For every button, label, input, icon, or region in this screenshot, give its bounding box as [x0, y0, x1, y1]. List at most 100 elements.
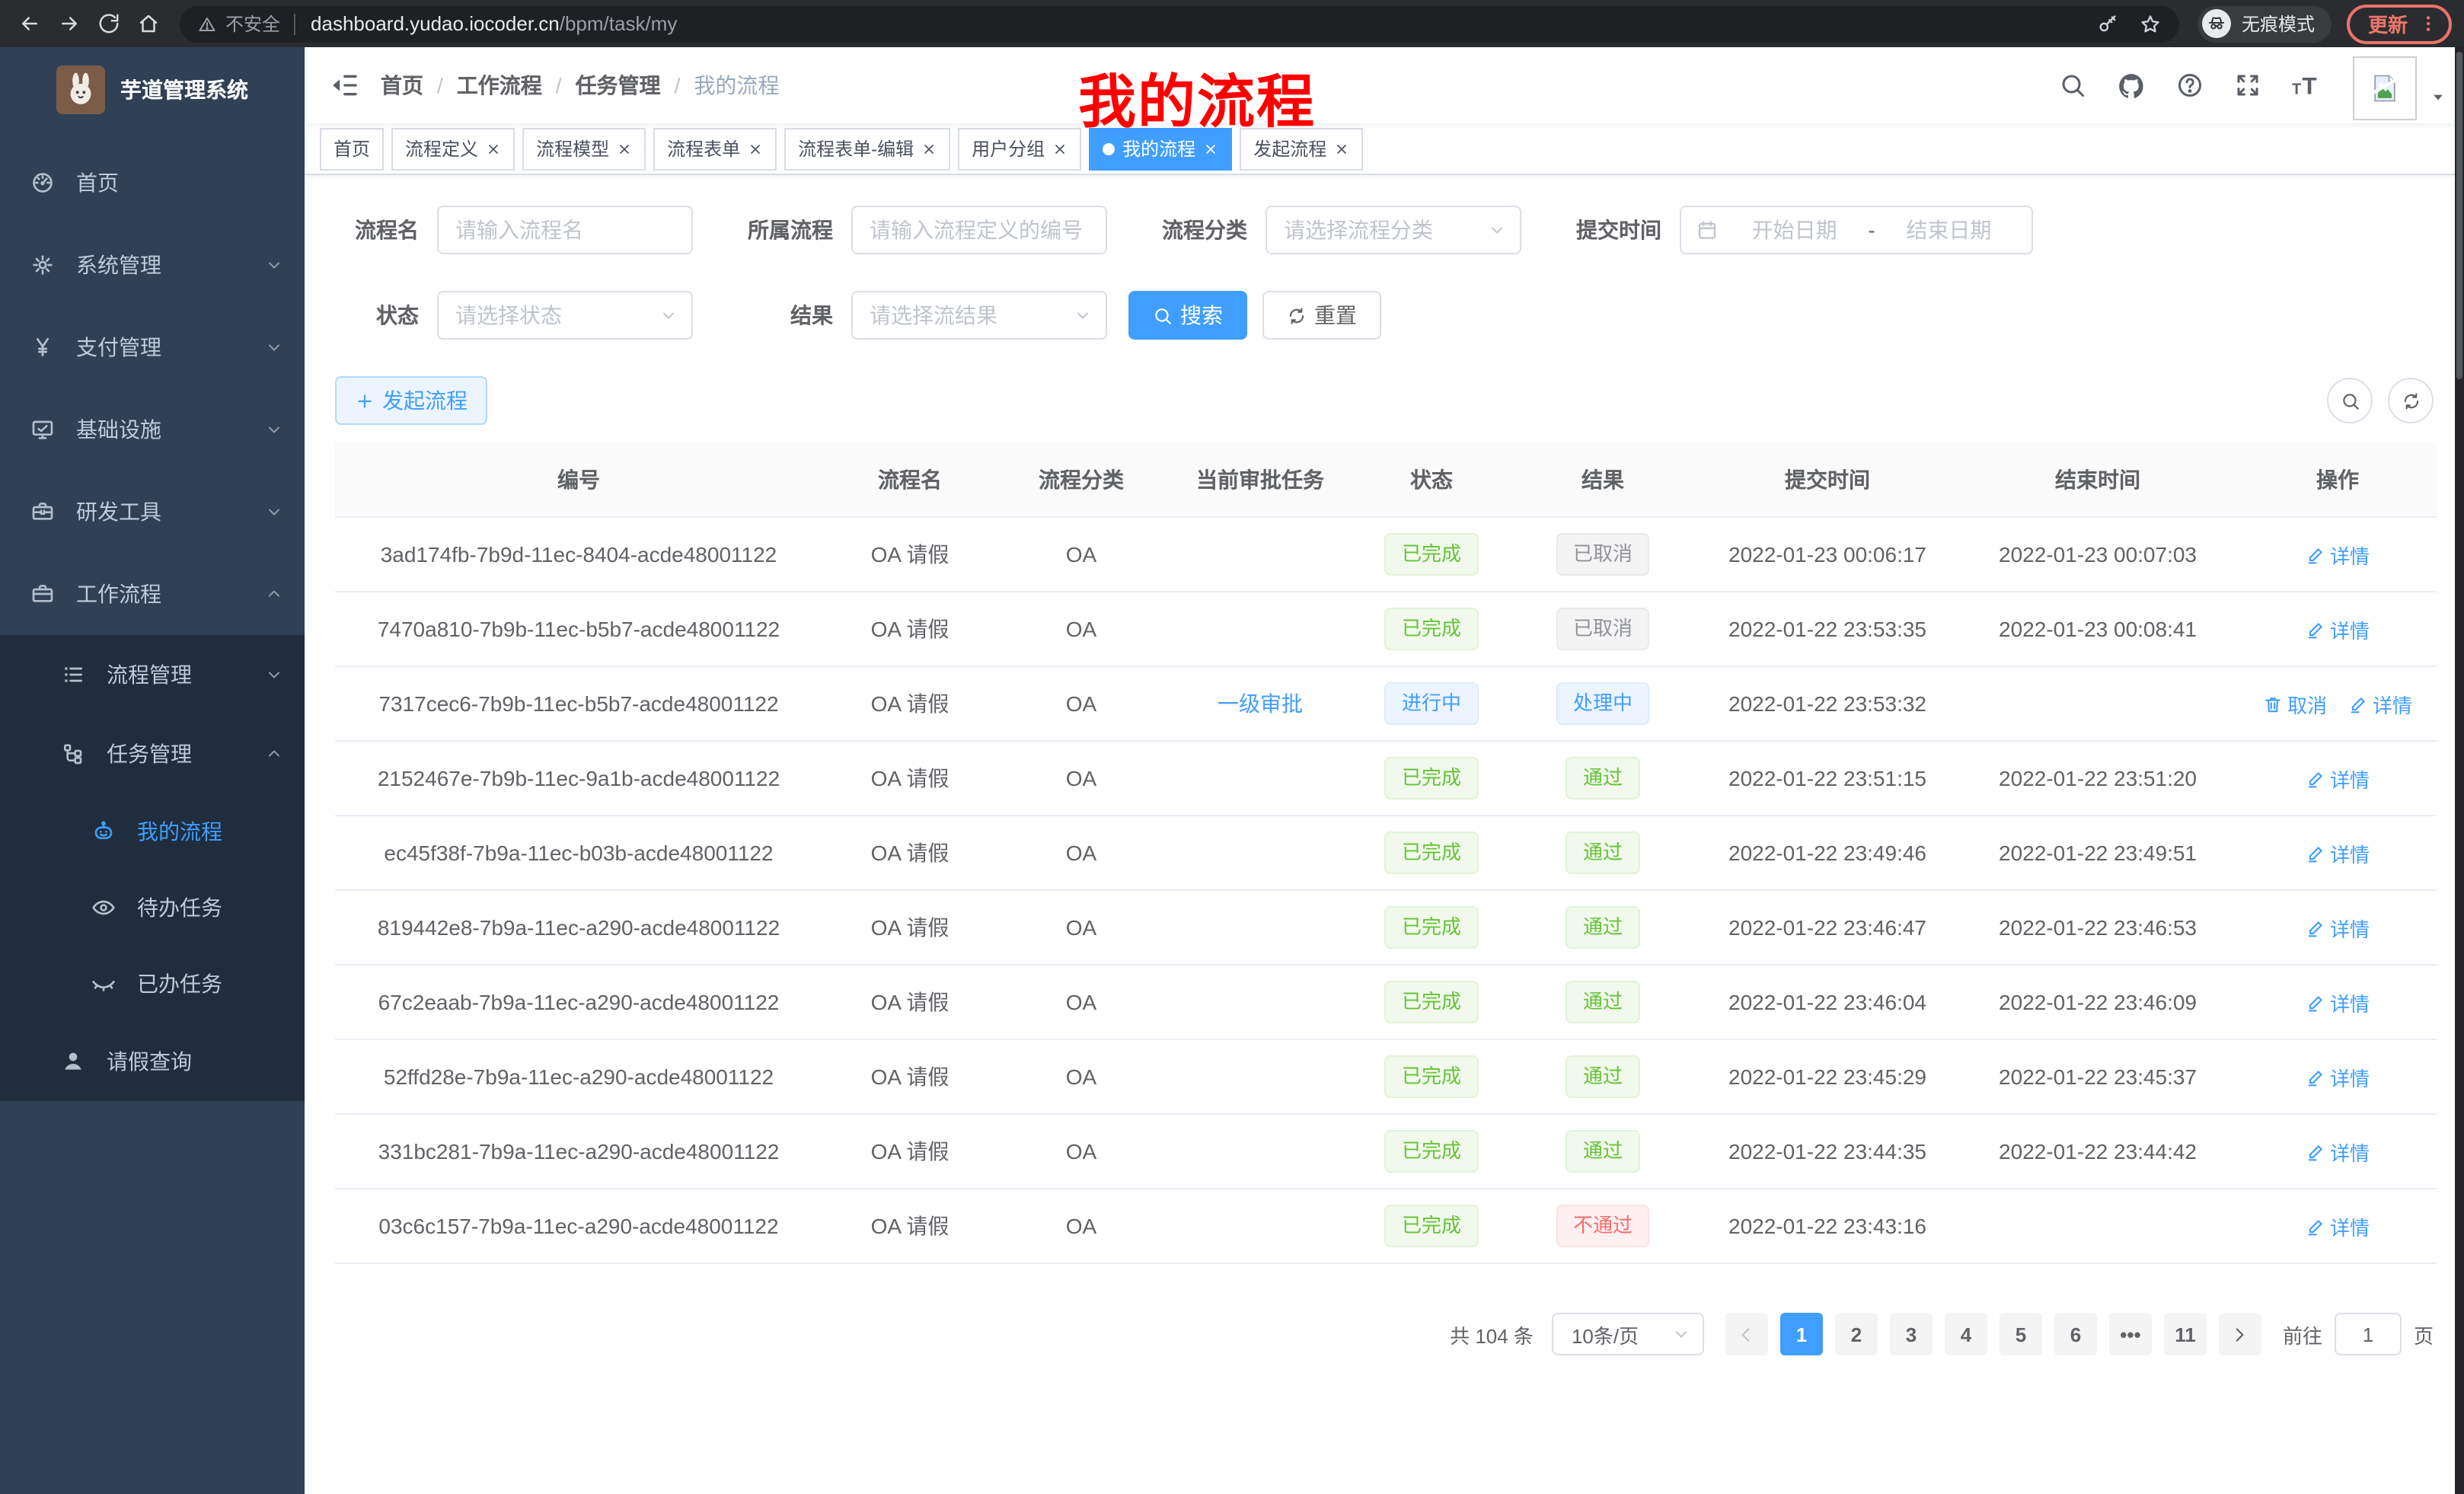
result-select[interactable]: 请选择流结果 — [851, 291, 1107, 340]
page-number-button[interactable]: 5 — [2000, 1313, 2042, 1355]
tab-close-icon[interactable] — [748, 141, 763, 156]
sidebar-menu-item[interactable]: 请假查询 — [0, 1022, 305, 1101]
view-tab[interactable]: 流程模型 — [522, 127, 646, 170]
detail-action-link[interactable]: 详情 — [2306, 838, 2370, 867]
tab-close-icon[interactable] — [1203, 141, 1218, 156]
breadcrumb-item[interactable]: 工作流程 / — [457, 70, 576, 101]
sidebar-menu-item[interactable]: 首页 — [0, 142, 305, 224]
avatar[interactable] — [2353, 56, 2417, 120]
header-search-icon[interactable] — [2044, 72, 2102, 99]
detail-action-link[interactable]: 详情 — [2306, 1211, 2370, 1240]
category-select[interactable]: 请选择流程分类 — [1266, 206, 1521, 254]
tab-close-icon[interactable] — [1334, 141, 1349, 156]
url-text: dashboard.yudao.iocoder.cn/bpm/task/my — [311, 12, 2076, 35]
cell-submit-time: 2022-01-22 23:44:35 — [1698, 1114, 1957, 1189]
create-process-button[interactable]: 发起流程 — [335, 376, 487, 425]
cancel-action-link[interactable]: 取消 — [2263, 689, 2327, 718]
sidebar-menu-item[interactable]: 流程管理 — [0, 635, 305, 714]
detail-action-link[interactable]: 详情 — [2306, 764, 2370, 793]
browser-home-button[interactable] — [128, 4, 168, 43]
detail-action-link[interactable]: 详情 — [2306, 1062, 2370, 1091]
cell-actions: 详情 — [2239, 890, 2437, 965]
cell-category: OA — [997, 965, 1165, 1039]
browser-update-menu-button[interactable]: 更新 — [2347, 4, 2452, 43]
key-icon[interactable] — [2097, 13, 2118, 34]
view-tab[interactable]: 流程表单 — [653, 127, 777, 170]
tab-close-icon[interactable] — [1052, 141, 1068, 156]
address-bar[interactable]: 不安全 dashboard.yudao.iocoder.cn/bpm/task/… — [180, 5, 2179, 42]
view-tab[interactable]: 用户分组 — [958, 127, 1081, 170]
tab-close-icon[interactable] — [617, 141, 632, 156]
tab-close-icon[interactable] — [921, 141, 937, 156]
sidebar-menu-item[interactable]: 支付管理 — [0, 306, 305, 388]
reset-button[interactable]: 重置 — [1262, 291, 1381, 340]
cell-submit-time: 2022-01-22 23:43:16 — [1698, 1189, 1957, 1263]
font-size-icon[interactable]: TT — [2277, 70, 2338, 101]
detail-action-link[interactable]: 详情 — [2348, 689, 2412, 718]
next-page-button[interactable] — [2219, 1313, 2261, 1355]
sidebar-menu-item[interactable]: 已办任务 — [0, 946, 305, 1022]
tab-close-icon[interactable] — [486, 141, 501, 156]
toggle-search-button[interactable] — [2327, 378, 2373, 423]
page-size-select[interactable]: 10条/页 — [1552, 1313, 1704, 1355]
cell-end-time: 2022-01-22 23:44:42 — [1957, 1114, 2239, 1189]
detail-action-link[interactable]: 详情 — [2306, 1137, 2370, 1166]
bookmark-star-icon[interactable] — [2140, 13, 2161, 34]
detail-action-link[interactable]: 详情 — [2306, 988, 2370, 1017]
sidebar-logo[interactable]: 芋道管理系统 — [0, 47, 305, 132]
sidebar-menu-item[interactable]: 系统管理 — [0, 224, 305, 306]
breadcrumb-item[interactable]: 我的流程 / — [694, 70, 779, 101]
scrollbar-thumb[interactable] — [2456, 52, 2462, 379]
process-name-input[interactable] — [437, 206, 693, 254]
sidebar-menu-item[interactable]: 待办任务 — [0, 870, 305, 946]
status-select[interactable]: 请选择状态 — [437, 291, 693, 340]
page-number-button[interactable]: 2 — [1835, 1313, 1878, 1355]
search-button[interactable]: 搜索 — [1128, 291, 1247, 340]
avatar-caret-icon[interactable] — [2430, 90, 2446, 105]
page-number-button[interactable]: 11 — [2164, 1313, 2207, 1355]
view-tab[interactable]: 流程表单-编辑 — [784, 127, 950, 170]
sidebar-menu-item[interactable]: 基础设施 — [0, 388, 305, 471]
cell-current-task — [1165, 816, 1355, 890]
sidebar-menu-item[interactable]: 工作流程 — [0, 553, 305, 635]
sidebar-menu-item[interactable]: 研发工具 — [0, 471, 305, 553]
sidebar-fold-icon[interactable] — [305, 70, 381, 101]
view-tab[interactable]: 我的流程 — [1089, 127, 1232, 170]
status-badge: 已完成 — [1385, 533, 1478, 576]
github-icon[interactable] — [2102, 71, 2161, 100]
date-range-picker[interactable]: 开始日期 - 结束日期 — [1680, 206, 2033, 254]
jump-page-input[interactable] — [2335, 1313, 2402, 1355]
view-tab[interactable]: 流程定义 — [391, 127, 515, 170]
browser-back-button[interactable] — [9, 4, 49, 43]
browser-forward-button[interactable] — [49, 4, 88, 43]
breadcrumb-item[interactable]: 任务管理 / — [576, 70, 694, 101]
fullscreen-icon[interactable] — [2219, 72, 2277, 99]
cell-end-time: 2022-01-23 00:08:41 — [1957, 592, 2239, 666]
page-number-button[interactable]: ••• — [2109, 1313, 2152, 1355]
refresh-table-button[interactable] — [2388, 378, 2434, 423]
detail-action-link[interactable]: 详情 — [2306, 913, 2370, 942]
page-number-button[interactable]: 6 — [2054, 1313, 2097, 1355]
detail-action-link[interactable]: 详情 — [2306, 540, 2370, 569]
page-number-button[interactable]: 1 — [1780, 1313, 1823, 1355]
edit-pencil-icon — [2306, 843, 2325, 863]
view-tab[interactable]: 首页 — [320, 127, 384, 170]
detail-action-link[interactable]: 详情 — [2306, 615, 2370, 643]
sidebar-menu-item[interactable]: 任务管理 — [0, 714, 305, 793]
current-task-link[interactable]: 一级审批 — [1218, 691, 1303, 716]
refresh-icon — [2401, 391, 2421, 410]
page-number-button[interactable]: 3 — [1890, 1313, 1933, 1355]
process-definition-input[interactable] — [851, 206, 1107, 254]
page-scrollbar[interactable] — [2455, 47, 2464, 1494]
breadcrumb-item[interactable]: 首页 / — [381, 70, 457, 101]
help-icon[interactable] — [2161, 72, 2219, 99]
browser-reload-button[interactable] — [88, 4, 128, 43]
sidebar-menu-item[interactable]: 我的流程 — [0, 793, 305, 870]
page-number-button[interactable]: 4 — [1945, 1313, 1987, 1355]
category-placeholder: 请选择流程分类 — [1284, 215, 1479, 245]
breadcrumb-label: 首页 — [381, 70, 423, 101]
view-tab[interactable]: 发起流程 — [1240, 127, 1363, 170]
process-table: 编号流程名流程分类当前审批任务状态结果提交时间结束时间操作 3ad174fb-7… — [335, 443, 2437, 1264]
prev-page-button[interactable] — [1725, 1313, 1768, 1355]
menu-item-icon — [91, 819, 116, 844]
